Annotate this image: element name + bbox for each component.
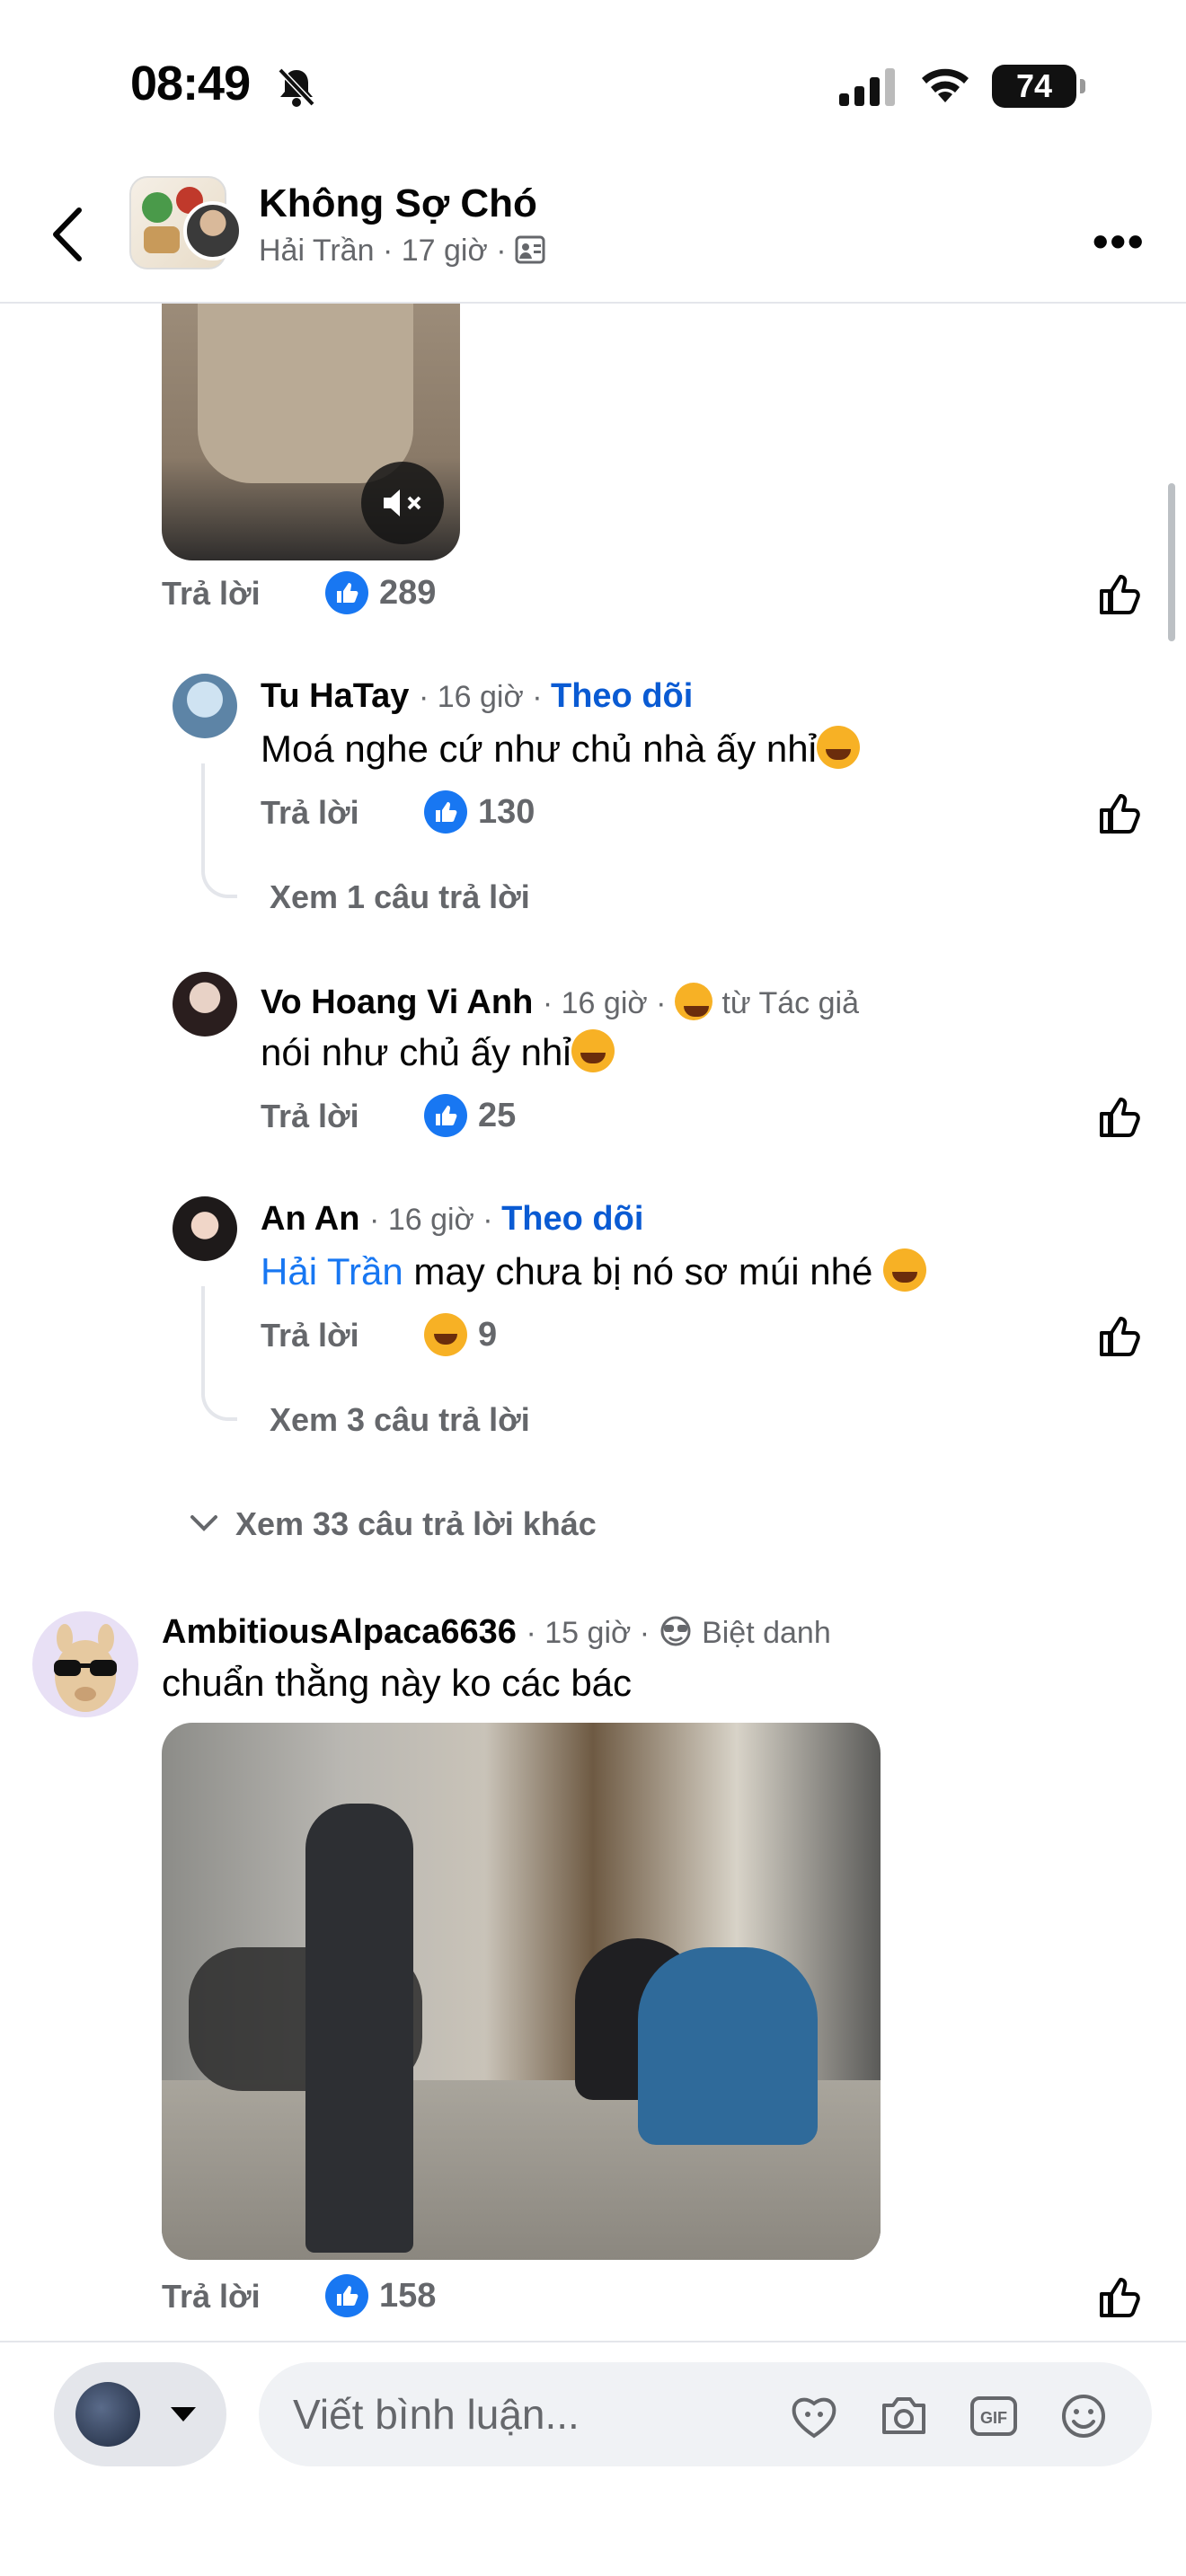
laugh-emoji-icon [816, 726, 860, 769]
wifi-icon [922, 68, 969, 102]
grin-emoji-icon [674, 983, 712, 1020]
comment-input[interactable] [293, 2387, 760, 2441]
post-meta: Hải Trần · 17 giờ · [259, 234, 545, 269]
see-replies-link[interactable]: Xem 3 câu trả lời [270, 1401, 530, 1439]
status-time: 08:49 [130, 57, 251, 110]
comment-author: AmbitiousAlpaca6636 · 15 giờ · Biệt danh [162, 1613, 831, 1651]
like-count[interactable]: 158 [325, 2274, 436, 2317]
self-avatar [75, 2382, 140, 2447]
haha-icon [424, 1313, 467, 1356]
nickname-badge: Biệt danh [702, 1616, 831, 1650]
comment-field[interactable]: GIF [259, 2362, 1152, 2466]
like-button-icon[interactable] [1096, 569, 1145, 618]
chevron-down-icon [190, 1515, 217, 1531]
commenter-avatar[interactable] [32, 1611, 138, 1717]
follow-button[interactable]: Theo dõi [551, 677, 693, 715]
like-icon [325, 571, 368, 614]
reply-text: Hải Trần may chưa bị nó sơ múi nhé [261, 1248, 926, 1293]
mute-icon[interactable] [361, 462, 444, 544]
reply-button[interactable]: Trả lời [261, 1317, 359, 1354]
like-button-icon[interactable] [1096, 789, 1145, 837]
haha-count[interactable]: 9 [424, 1313, 497, 1356]
comment-text: chuẩn thằng này ko các bác [162, 1662, 633, 1704]
avatar-sticker-icon[interactable] [787, 2389, 841, 2443]
svg-text:GIF: GIF [980, 2409, 1007, 2427]
gif-icon[interactable]: GIF [967, 2389, 1021, 2443]
battery-indicator: 74 [992, 65, 1085, 108]
post-author[interactable]: Hải Trần [259, 234, 375, 268]
like-count[interactable]: 25 [424, 1094, 516, 1137]
thread-line [201, 763, 237, 898]
post-time: 17 giờ [401, 234, 488, 268]
reply-button[interactable]: Trả lời [162, 575, 261, 613]
reply-avatar[interactable] [173, 972, 237, 1037]
more-icon[interactable]: ••• [1093, 216, 1146, 268]
author-badge: từ Tác giả [721, 986, 859, 1020]
like-icon [424, 1094, 467, 1137]
reply-button[interactable]: Trả lời [261, 1098, 359, 1135]
scrollbar[interactable] [1168, 483, 1175, 641]
like-button-icon[interactable] [1096, 2272, 1145, 2321]
identity-switcher[interactable] [54, 2362, 226, 2466]
reply-author: Tu HaTay · 16 giờ · Theo dõi [261, 677, 694, 715]
group-name[interactable]: Không Sợ Chó [259, 181, 537, 226]
follow-button[interactable]: Theo dõi [501, 1200, 643, 1238]
sunglasses-icon [660, 1616, 691, 1646]
signal-icon [839, 68, 895, 106]
group-audience-icon [515, 235, 545, 264]
comment-composer: GIF [0, 2341, 1186, 2576]
alpaca-sticker-icon [54, 1624, 117, 1712]
reply-avatar[interactable] [173, 1196, 237, 1261]
reply-button[interactable]: Trả lời [162, 2278, 261, 2316]
caret-down-icon [171, 2407, 196, 2422]
author-avatar [183, 201, 243, 260]
status-bar: 08:49 74 [0, 0, 1186, 162]
reply-text: Moá nghe cứ như chủ nhà ấy nhỉ [261, 726, 860, 771]
reply-button[interactable]: Trả lời [261, 794, 359, 832]
comment-photo[interactable] [162, 1723, 881, 2260]
back-arrow-icon[interactable] [43, 203, 97, 266]
like-count[interactable]: 130 [424, 790, 535, 834]
like-button-icon[interactable] [1096, 1092, 1145, 1141]
like-count[interactable]: 289 [325, 571, 436, 614]
rofl-emoji-icon [571, 1029, 615, 1072]
like-icon [424, 790, 467, 834]
reply-text: nói như chủ ấy nhỉ [261, 1029, 615, 1074]
see-replies-link[interactable]: Xem 1 câu trả lời [270, 878, 530, 916]
like-button-icon[interactable] [1096, 1311, 1145, 1360]
reply-author: An An · 16 giờ · Theo dõi [261, 1200, 644, 1238]
thread-line [201, 1286, 237, 1421]
reply-author: Vo Hoang Vi Anh · 16 giờ · từ Tác giả [261, 983, 859, 1021]
comment-video[interactable] [162, 304, 460, 560]
camera-icon[interactable] [877, 2389, 931, 2443]
mention-link[interactable]: Hải Trần [261, 1250, 403, 1292]
bell-off-icon [278, 67, 315, 107]
more-replies-link[interactable]: Xem 33 câu trả lời khác [189, 1505, 597, 1543]
emoji-icon[interactable] [1057, 2389, 1111, 2443]
like-icon [325, 2274, 368, 2317]
laugh-emoji-icon [882, 1248, 926, 1292]
reply-avatar[interactable] [173, 674, 237, 738]
post-header: Không Sợ Chó Hải Trần · 17 giờ · ••• [0, 162, 1186, 304]
